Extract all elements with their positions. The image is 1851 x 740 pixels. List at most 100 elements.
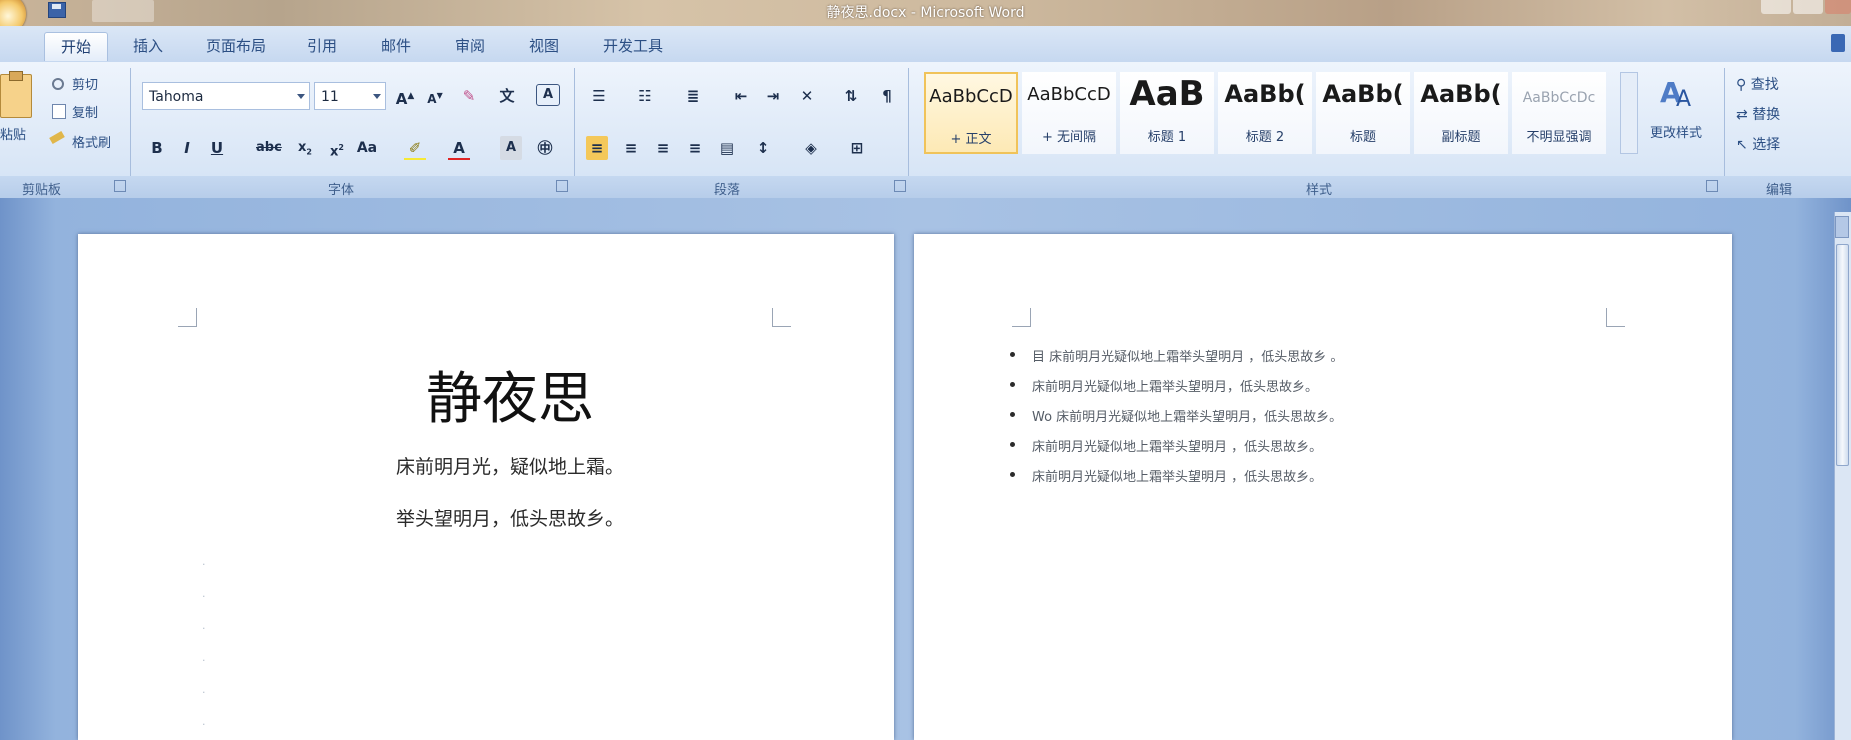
style-name: + 无间隔 <box>1041 130 1097 145</box>
list-item[interactable]: 床前明月光疑似地上霜举头望明月 ，低头思故乡。 <box>1009 436 1322 455</box>
numbering-button[interactable]: ☷ <box>634 84 656 108</box>
paste-icon[interactable] <box>0 71 32 118</box>
multilevel-list-button[interactable]: ≣ <box>682 84 704 108</box>
document-page-2[interactable] <box>914 234 1732 740</box>
svg-text:A: A <box>1676 87 1691 110</box>
increase-indent-button[interactable]: ⇥ <box>762 84 784 108</box>
crop-mark <box>772 308 791 327</box>
copy-button[interactable]: 复制 <box>72 102 98 121</box>
chevron-down-icon <box>297 94 305 99</box>
font-color-bar <box>448 158 470 160</box>
poem-line-2[interactable]: 举头望明月，低头思故乡。 <box>396 504 624 531</box>
tab-review[interactable]: 审阅 <box>440 32 500 60</box>
document-page-1[interactable]: 静夜思 床前明月光，疑似地上霜。 举头望明月，低头思故乡。 · · · · · … <box>78 234 894 740</box>
cursor-icon: ↖ <box>1736 137 1748 153</box>
subscript-button[interactable]: x2 <box>294 136 316 160</box>
grow-font-button[interactable]: A▲ <box>394 84 416 108</box>
title-bar: 静夜思.docx - Microsoft Word <box>0 0 1851 34</box>
font-size-dropdown[interactable]: 11 <box>314 82 386 110</box>
tab-references[interactable]: 引用 <box>292 32 352 60</box>
crop-mark <box>1606 308 1625 327</box>
show-marks-button[interactable]: ¶ <box>876 84 898 108</box>
phonetic-guide-button[interactable]: 文 <box>496 84 518 108</box>
ruler-toggle-button[interactable] <box>1835 216 1849 238</box>
enclose-chars-button[interactable]: ㊥ <box>534 136 556 160</box>
char-shading-button[interactable]: A <box>500 136 522 160</box>
style-subtle-emphasis[interactable]: AaBbCcDc 不明显强调 <box>1512 72 1606 154</box>
align-right-button[interactable]: ≡ <box>652 136 674 160</box>
list-item[interactable]: 床前明月光疑似地上霜举头望明月，低头思故乡。 <box>1009 376 1318 395</box>
italic-button[interactable]: I <box>176 136 198 160</box>
style-gallery-scroll[interactable] <box>1620 72 1638 154</box>
clear-format-button[interactable]: ✎ <box>458 84 480 108</box>
window-title: 静夜思.docx - Microsoft Word <box>826 5 1025 21</box>
bold-button[interactable]: B <box>146 136 168 160</box>
list-item[interactable]: 目 床前明月光疑似地上霜举头望明月 ，低头思故乡 。 <box>1009 346 1343 365</box>
style-heading-2[interactable]: AaBb( 标题 2 <box>1218 72 1312 154</box>
close-button[interactable] <box>1825 0 1851 14</box>
font-group-label: 字体 <box>328 183 355 198</box>
align-center-button[interactable]: ≡ <box>620 136 642 160</box>
replace-button[interactable]: ⇄ 替换 <box>1736 104 1780 124</box>
shading-button[interactable]: ◈ <box>800 136 822 160</box>
tab-page-layout[interactable]: 页面布局 <box>196 32 276 60</box>
tab-insert[interactable]: 插入 <box>118 32 178 60</box>
styles-launcher-icon[interactable] <box>1706 180 1718 192</box>
list-item[interactable]: 床前明月光疑似地上霜举头望明月 ，低头思故乡。 <box>1009 466 1322 485</box>
find-button[interactable]: ⚲ 查找 <box>1736 74 1779 94</box>
style-sample: AaBb( <box>1322 80 1404 108</box>
style-sample: AaBbCcD <box>1027 84 1111 105</box>
tab-developer[interactable]: 开发工具 <box>590 32 676 60</box>
change-styles-button[interactable]: 更改样式 <box>1650 122 1702 141</box>
style-no-spacing[interactable]: AaBbCcD + 无间隔 <box>1022 72 1116 154</box>
font-launcher-icon[interactable] <box>556 180 568 192</box>
style-normal[interactable]: AaBbCcD + 正文 <box>924 72 1018 154</box>
help-icon[interactable] <box>1831 34 1845 52</box>
sort-button[interactable]: ⇅ <box>840 84 862 108</box>
format-painter-button[interactable]: 格式刷 <box>72 132 111 151</box>
strikethrough-button[interactable]: abc <box>256 136 282 160</box>
highlight-color-bar <box>404 158 426 160</box>
borders-button[interactable]: ⊞ <box>846 136 868 160</box>
style-sample: AaBbCcD <box>929 86 1013 107</box>
paragraph-launcher-icon[interactable] <box>894 180 906 192</box>
minimize-button[interactable] <box>1761 0 1791 14</box>
empty-paragraph-mark: · <box>202 558 206 571</box>
change-styles-icon[interactable]: A A <box>1656 72 1700 112</box>
line-spacing-button[interactable]: ↕ <box>752 136 774 160</box>
superscript-button[interactable]: x2 <box>326 136 348 160</box>
ribbon-tabs: 开始 插入 页面布局 引用 邮件 审阅 视图 开发工具 <box>0 26 1851 63</box>
chevron-down-icon <box>373 94 381 99</box>
list-item[interactable]: Wo 床前明月光疑似地上霜举头望明月，低头思故乡。 <box>1009 406 1342 425</box>
justify-button[interactable]: ≡ <box>684 136 706 160</box>
align-left-button[interactable]: ≡ <box>586 136 608 160</box>
chinese-layout-button[interactable]: ✕ <box>796 84 818 108</box>
style-heading-1[interactable]: AaB 标题 1 <box>1120 72 1214 154</box>
poem-line-1[interactable]: 床前明月光，疑似地上霜。 <box>396 452 624 479</box>
scrollbar-thumb[interactable] <box>1836 244 1849 466</box>
paragraph-group-label: 段落 <box>714 183 741 198</box>
bullets-button[interactable]: ☰ <box>588 84 610 108</box>
paste-button-label[interactable]: 粘贴 <box>0 124 26 143</box>
font-color-button[interactable]: A <box>448 136 470 160</box>
font-name-dropdown[interactable]: Tahoma <box>142 82 310 110</box>
underline-button[interactable]: U <box>206 136 228 160</box>
change-case-button[interactable]: Aa <box>356 136 378 160</box>
highlight-icon[interactable]: ✐ <box>404 136 426 160</box>
shrink-font-button[interactable]: A▼ <box>424 84 446 108</box>
style-subtitle[interactable]: AaBb( 副标题 <box>1414 72 1508 154</box>
empty-paragraph-mark: · <box>202 718 206 731</box>
char-border-button[interactable]: A <box>536 84 560 106</box>
tab-mailings[interactable]: 邮件 <box>366 32 426 60</box>
style-title[interactable]: AaBb( 标题 <box>1316 72 1410 154</box>
tab-home[interactable]: 开始 <box>44 32 108 61</box>
clipboard-launcher-icon[interactable] <box>114 180 126 192</box>
style-sample: AaBbCcDc <box>1522 90 1596 106</box>
tab-view[interactable]: 视图 <box>514 32 574 60</box>
cut-button[interactable]: 剪切 <box>72 74 98 93</box>
document-title[interactable]: 静夜思 <box>426 354 594 435</box>
distributed-button[interactable]: ▤ <box>716 136 738 160</box>
decrease-indent-button[interactable]: ⇤ <box>730 84 752 108</box>
maximize-button[interactable] <box>1793 0 1823 14</box>
select-button[interactable]: ↖ 选择 <box>1736 134 1780 154</box>
